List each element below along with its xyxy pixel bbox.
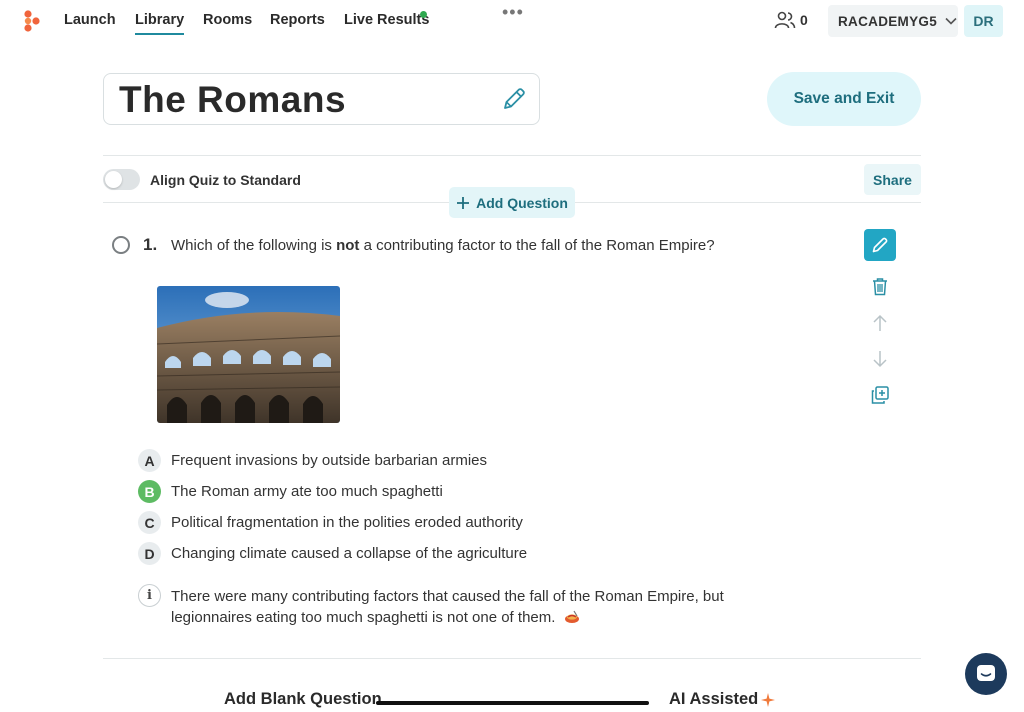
- pencil-icon: [872, 237, 888, 253]
- edit-question-button[interactable]: [864, 229, 896, 261]
- answer-letter-badge: A: [138, 449, 161, 472]
- online-count: 0: [800, 12, 808, 28]
- delete-question-button[interactable]: [864, 270, 896, 302]
- home-indicator: [376, 701, 649, 705]
- question-select-radio[interactable]: [112, 236, 130, 254]
- nav-library[interactable]: Library: [135, 12, 185, 35]
- answer-letter-badge: B: [138, 480, 161, 503]
- question-text-emphasis: not: [336, 237, 360, 254]
- duplicate-icon: [871, 386, 889, 404]
- nav-rooms[interactable]: Rooms: [203, 12, 252, 28]
- plus-icon: [457, 196, 470, 209]
- explanation-text: There were many contributing factors tha…: [171, 588, 724, 626]
- question-number: 1.: [143, 235, 158, 254]
- question-text: Which of the following is not a contribu…: [171, 237, 715, 254]
- save-and-exit-button[interactable]: Save and Exit: [767, 72, 921, 126]
- nav-reports[interactable]: Reports: [270, 12, 325, 28]
- ai-assisted-label: AI Assisted: [669, 690, 759, 708]
- live-status-dot: [420, 11, 427, 18]
- info-icon: i: [138, 584, 161, 607]
- question-text-part: Which of the following is: [171, 237, 337, 254]
- add-blank-question-button[interactable]: Add Blank Question: [224, 690, 382, 709]
- add-question-button[interactable]: Add Question: [449, 187, 575, 218]
- answer-text: Frequent invasions by outside barbarian …: [171, 452, 488, 469]
- sparkle-icon: [761, 692, 776, 707]
- answer-letter-badge: C: [138, 511, 161, 534]
- avatar[interactable]: DR: [964, 5, 1003, 37]
- online-users[interactable]: 0: [774, 11, 808, 29]
- answer-option[interactable]: C Political fragmentation in the politie…: [138, 511, 523, 534]
- chevron-down-icon: [945, 17, 957, 25]
- pencil-icon[interactable]: [501, 86, 527, 112]
- divider: [103, 155, 921, 156]
- chat-icon: [977, 665, 995, 681]
- spaghetti-emoji-icon: [564, 610, 579, 623]
- toggle-knob: [105, 171, 122, 188]
- quiz-title-field[interactable]: The Romans: [103, 73, 540, 125]
- nav-launch[interactable]: Launch: [64, 12, 116, 28]
- arrow-down-icon: [873, 351, 887, 368]
- top-navigation: Launch Library Rooms Reports Live Result…: [0, 0, 1024, 42]
- answer-text: Changing climate caused a collapse of th…: [171, 545, 528, 562]
- answer-text: Political fragmentation in the polities …: [171, 514, 523, 531]
- move-up-button[interactable]: [864, 307, 896, 339]
- trash-icon: [873, 277, 887, 295]
- arrow-up-icon: [873, 314, 887, 331]
- question-image: [157, 286, 340, 423]
- answer-explanation: There were many contributing factors tha…: [171, 586, 731, 628]
- chat-support-button[interactable]: [965, 653, 1007, 695]
- move-down-button[interactable]: [864, 343, 896, 375]
- answer-letter-badge: D: [138, 542, 161, 565]
- add-question-label: Add Question: [476, 194, 568, 211]
- answer-option-correct[interactable]: B The Roman army ate too much spaghetti: [138, 480, 443, 503]
- account-name: RACADEMYG5: [838, 13, 938, 29]
- answer-option[interactable]: A Frequent invasions by outside barbaria…: [138, 449, 487, 472]
- question-text-part: a contributing factor to the fall of the…: [359, 237, 715, 254]
- nav-live-results[interactable]: Live Results: [344, 12, 429, 28]
- answer-text: The Roman army ate too much spaghetti: [171, 483, 443, 500]
- divider: [103, 658, 921, 659]
- align-standard-toggle[interactable]: [103, 169, 140, 190]
- quiz-title: The Romans: [119, 79, 347, 120]
- align-standard-label: Align Quiz to Standard: [150, 172, 301, 188]
- people-icon: [774, 11, 796, 29]
- more-options-icon[interactable]: •••: [502, 2, 524, 23]
- duplicate-question-button[interactable]: [864, 379, 896, 411]
- account-menu[interactable]: RACADEMYG5: [828, 5, 958, 37]
- ai-assisted-button[interactable]: AI Assisted: [669, 690, 776, 709]
- answer-option[interactable]: D Changing climate caused a collapse of …: [138, 542, 527, 565]
- app-logo-icon[interactable]: [22, 10, 42, 32]
- share-button[interactable]: Share: [864, 164, 921, 195]
